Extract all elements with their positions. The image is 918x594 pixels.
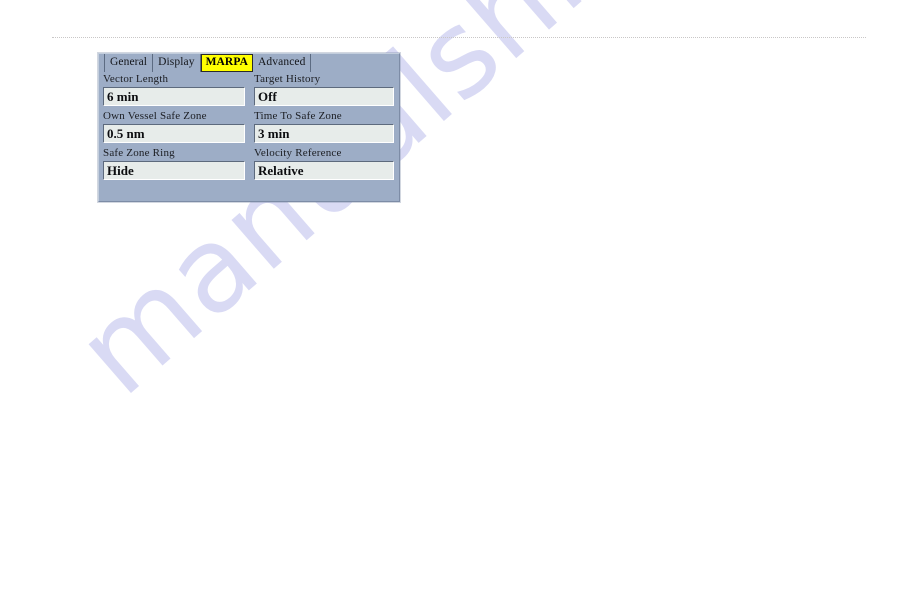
tab-marpa[interactable]: MARPA bbox=[200, 54, 254, 72]
setting-own-vessel-safe-zone: Own Vessel Safe Zone 0.5 nm bbox=[99, 109, 249, 146]
setting-velocity-reference: Velocity Reference Relative bbox=[249, 146, 399, 183]
time-to-safe-zone-value[interactable]: 3 min bbox=[254, 124, 394, 143]
settings-row: Own Vessel Safe Zone 0.5 nm Time To Safe… bbox=[99, 109, 399, 146]
tab-general[interactable]: General bbox=[104, 54, 154, 72]
settings-row: Safe Zone Ring Hide Velocity Reference R… bbox=[99, 146, 399, 183]
marpa-settings-dialog: General Display MARPA Advanced Vector Le… bbox=[98, 53, 400, 202]
page-divider-rule bbox=[52, 37, 866, 39]
tab-advanced-label: Advanced bbox=[258, 56, 306, 69]
setting-time-to-safe-zone: Time To Safe Zone 3 min bbox=[249, 109, 399, 146]
velocity-reference-value[interactable]: Relative bbox=[254, 161, 394, 180]
time-to-safe-zone-label: Time To Safe Zone bbox=[254, 110, 342, 122]
vector-length-label: Vector Length bbox=[103, 73, 169, 85]
target-history-value[interactable]: Off bbox=[254, 87, 394, 106]
setting-vector-length: Vector Length 6 min bbox=[99, 72, 249, 109]
tab-advanced[interactable]: Advanced bbox=[253, 54, 312, 72]
own-vessel-safe-zone-value[interactable]: 0.5 nm bbox=[103, 124, 245, 143]
tab-marpa-label: MARPA bbox=[205, 56, 249, 69]
safe-zone-ring-value[interactable]: Hide bbox=[103, 161, 245, 180]
own-vessel-safe-zone-label: Own Vessel Safe Zone bbox=[103, 110, 207, 122]
target-history-label: Target History bbox=[254, 73, 321, 85]
settings-row: Vector Length 6 min Target History Off bbox=[99, 72, 399, 109]
setting-safe-zone-ring: Safe Zone Ring Hide bbox=[99, 146, 249, 183]
settings-rows: Vector Length 6 min Target History Off O… bbox=[99, 72, 399, 183]
setting-target-history: Target History Off bbox=[249, 72, 399, 109]
tab-bar: General Display MARPA Advanced bbox=[99, 54, 399, 72]
velocity-reference-label: Velocity Reference bbox=[254, 147, 342, 159]
manual-page: manualshive.com General Display MARPA Ad… bbox=[0, 0, 918, 594]
tab-general-label: General bbox=[110, 56, 148, 69]
dialog-footer bbox=[99, 183, 399, 194]
tab-bar-filler bbox=[311, 54, 399, 72]
tab-display[interactable]: Display bbox=[153, 54, 201, 72]
tab-display-label: Display bbox=[158, 56, 195, 69]
vector-length-value[interactable]: 6 min bbox=[103, 87, 245, 106]
safe-zone-ring-label: Safe Zone Ring bbox=[103, 147, 175, 159]
